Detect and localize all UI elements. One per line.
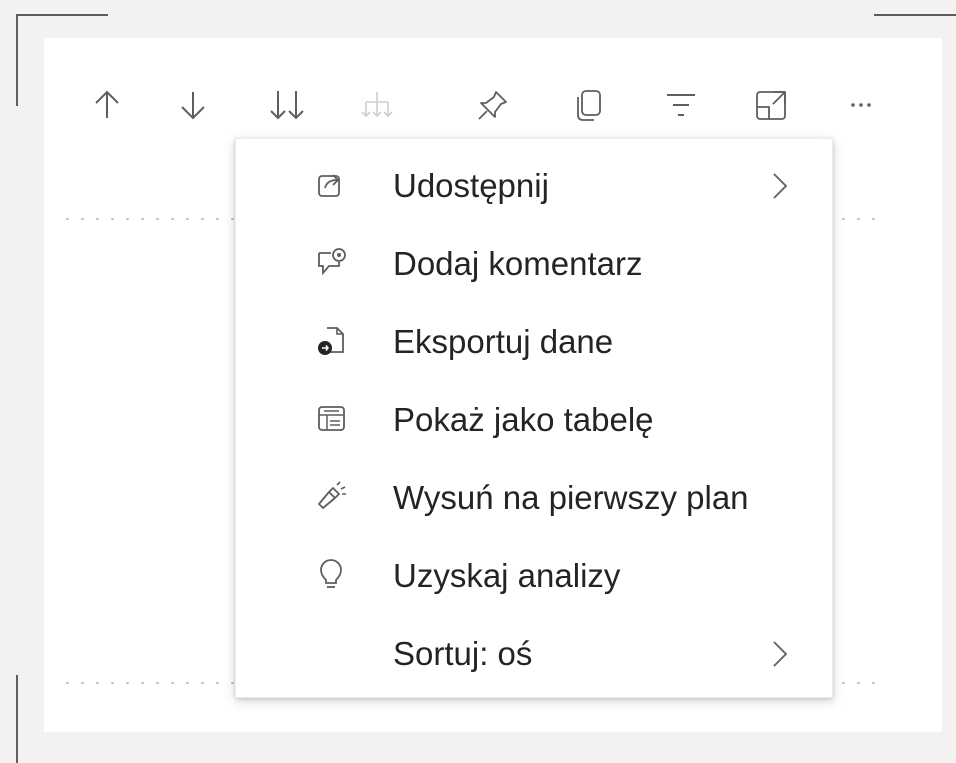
- gridline-top-right: [836, 218, 882, 220]
- gridline-top: [60, 218, 240, 220]
- more-options-menu: Udostępnij Dodaj komentarz Eksportuj dan…: [235, 138, 833, 698]
- double-arrow-down-icon: [270, 91, 304, 120]
- share-icon: [314, 167, 348, 201]
- arrow-down-icon: [181, 92, 205, 120]
- arrow-up-icon: [95, 90, 119, 118]
- menu-item-show-as-table[interactable]: Pokaż jako tabelę: [236, 383, 832, 455]
- gridline-bottom-right: [836, 682, 882, 684]
- menu-item-label: Pokaż jako tabelę: [393, 401, 654, 438]
- table-view-icon: [314, 401, 348, 435]
- menu-item-spotlight[interactable]: Wysuń na pierwszy plan: [236, 461, 832, 533]
- focus-mode-icon: [756, 91, 786, 120]
- menu-item-export-data[interactable]: Eksportuj dane: [236, 305, 832, 377]
- menu-item-sort-axis[interactable]: Sortuj: oś: [236, 617, 832, 689]
- export-data-icon: [314, 323, 348, 357]
- pin-visual-button[interactable]: [470, 82, 516, 128]
- copy-visual-icon: [577, 90, 601, 121]
- comment-icon: [314, 245, 348, 279]
- drill-up-button[interactable]: [84, 82, 130, 128]
- menu-item-label: Eksportuj dane: [393, 323, 614, 360]
- chevron-right-icon: [773, 173, 788, 199]
- copy-visual-button[interactable]: [566, 82, 612, 128]
- menu-item-label: Udostępnij: [393, 167, 549, 204]
- pin-icon: [478, 91, 507, 120]
- filters-button[interactable]: [658, 82, 704, 128]
- filter-icon: [667, 94, 695, 116]
- more-options-button[interactable]: [838, 82, 884, 128]
- menu-item-label: Wysuń na pierwszy plan: [393, 479, 749, 516]
- visual-header-toolbar: [84, 82, 894, 130]
- chevron-right-icon: [773, 641, 788, 667]
- menu-item-get-insights[interactable]: Uzyskaj analizy: [236, 539, 832, 611]
- go-to-next-level-button[interactable]: [264, 82, 310, 128]
- menu-item-add-comment[interactable]: Dodaj komentarz: [236, 227, 832, 299]
- focus-corner-bottom-left: [16, 675, 38, 763]
- gridline-bottom: [60, 682, 240, 684]
- menu-item-share[interactable]: Udostępnij: [236, 149, 832, 221]
- spotlight-icon: [314, 479, 348, 513]
- menu-item-label: Uzyskaj analizy: [393, 557, 621, 594]
- more-options-icon: [851, 103, 871, 107]
- expand-next-level-button[interactable]: [354, 82, 400, 128]
- lightbulb-icon: [314, 557, 348, 591]
- drill-down-button[interactable]: [170, 82, 216, 128]
- menu-item-label: Sortuj: oś: [393, 635, 533, 672]
- menu-item-label: Dodaj komentarz: [393, 245, 643, 282]
- expand-hierarchy-icon: [361, 92, 393, 118]
- focus-mode-button[interactable]: [748, 82, 794, 128]
